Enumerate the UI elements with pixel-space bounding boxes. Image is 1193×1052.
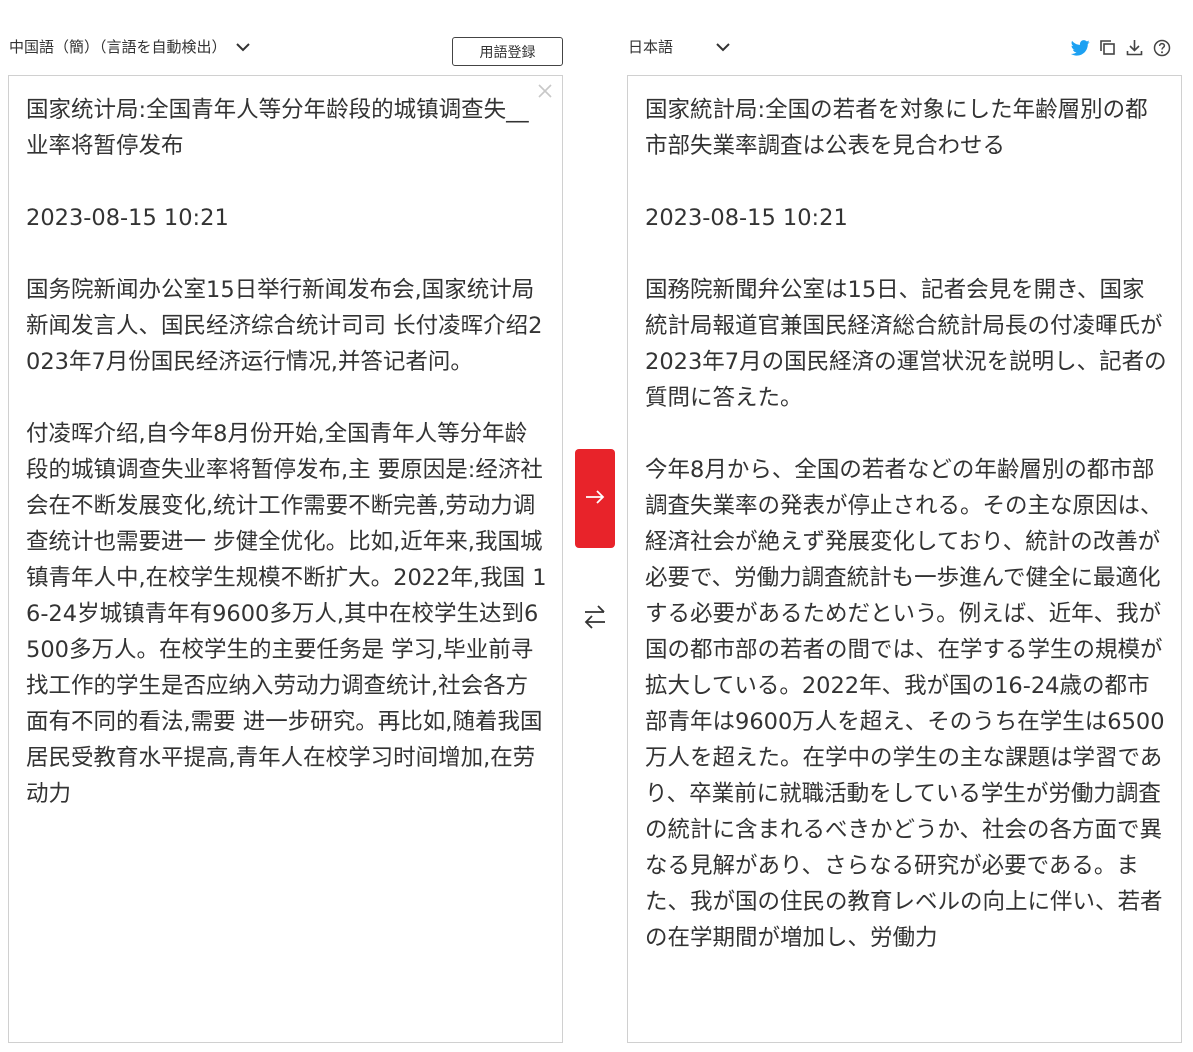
translation-result-panel: 国家統計局:全国の若者を対象にした年齢層別の都市部失業率調査は公表を見合わせる …	[627, 75, 1182, 1043]
chevron-down-icon	[715, 39, 731, 55]
glossary-button[interactable]: 用語登録	[452, 37, 563, 66]
result-toolbar	[1071, 38, 1171, 57]
source-language-label: 中国語（簡）（言語を自動検出）	[9, 38, 227, 56]
twitter-icon[interactable]	[1071, 38, 1090, 57]
chevron-down-icon	[235, 39, 251, 55]
swap-icon	[583, 604, 607, 634]
arrow-right-icon	[584, 489, 606, 509]
download-icon[interactable]	[1125, 38, 1144, 57]
copy-icon[interactable]	[1098, 38, 1117, 57]
target-language-label: 日本語	[628, 38, 674, 56]
translation-text: 国家統計局:全国の若者を対象にした年齢層別の都市部失業率調査は公表を見合わせる …	[645, 97, 1167, 951]
target-language-select[interactable]: 日本語	[628, 36, 731, 57]
swap-languages-button[interactable]	[582, 605, 608, 633]
source-text-panel[interactable]: 国家统计局:全国青年人等分年龄段的城镇调查失__ 业率将暂停发布 2023-08…	[8, 75, 563, 1043]
help-icon[interactable]	[1152, 38, 1171, 57]
translate-button[interactable]	[575, 449, 615, 548]
source-language-select[interactable]: 中国語（簡）（言語を自動検出）	[9, 36, 251, 57]
source-text[interactable]: 国家统计局:全国青年人等分年龄段的城镇调查失__ 业率将暂停发布 2023-08…	[26, 92, 548, 812]
